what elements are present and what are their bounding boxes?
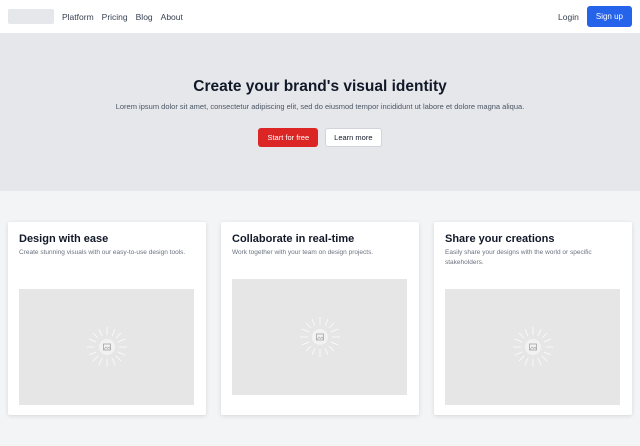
feature-card-collaborate: Collaborate in real-time Work together w… — [221, 222, 419, 415]
feature-card-share: Share your creations Easily share your d… — [434, 222, 632, 415]
login-link[interactable]: Login — [558, 12, 579, 22]
nav-link-pricing[interactable]: Pricing — [102, 12, 128, 22]
nav-actions: Login Sign up — [558, 6, 632, 27]
hero-section: Create your brand's visual identity Lore… — [0, 34, 640, 191]
image-placeholder-icon — [86, 327, 127, 367]
logo-placeholder[interactable] — [8, 9, 54, 24]
learn-more-button[interactable]: Learn more — [325, 128, 382, 147]
hero-title: Create your brand's visual identity — [193, 78, 447, 95]
image-placeholder-icon — [299, 317, 340, 357]
hero-subtitle: Lorem ipsum dolor sit amet, consectetur … — [115, 102, 525, 111]
feature-description: Create stunning visuals with our easy-to… — [19, 249, 186, 256]
feature-description: Work together with your team on design p… — [232, 249, 374, 256]
feature-card-design: Design with ease Create stunning visuals… — [8, 222, 206, 415]
feature-image-placeholder — [445, 289, 620, 405]
feature-image-placeholder — [232, 279, 407, 395]
nav-link-blog[interactable]: Blog — [136, 12, 153, 22]
feature-title: Share your creations — [445, 233, 555, 245]
start-for-free-button[interactable]: Start for free — [258, 128, 319, 147]
signup-button[interactable]: Sign up — [586, 6, 632, 27]
feature-title: Collaborate in real-time — [232, 233, 355, 245]
feature-image-placeholder — [19, 289, 194, 405]
image-placeholder-icon — [512, 327, 553, 367]
feature-description: Easily share your designs with the world… — [445, 249, 592, 266]
feature-title: Design with ease — [19, 233, 109, 245]
hero-actions: Start for free Learn more — [0, 128, 640, 147]
nav-link-about[interactable]: About — [161, 12, 183, 22]
navbar: Platform Pricing Blog About Login Sign u… — [0, 0, 640, 34]
nav-links: Platform Pricing Blog About — [62, 12, 183, 22]
nav-link-platform[interactable]: Platform — [62, 12, 94, 22]
